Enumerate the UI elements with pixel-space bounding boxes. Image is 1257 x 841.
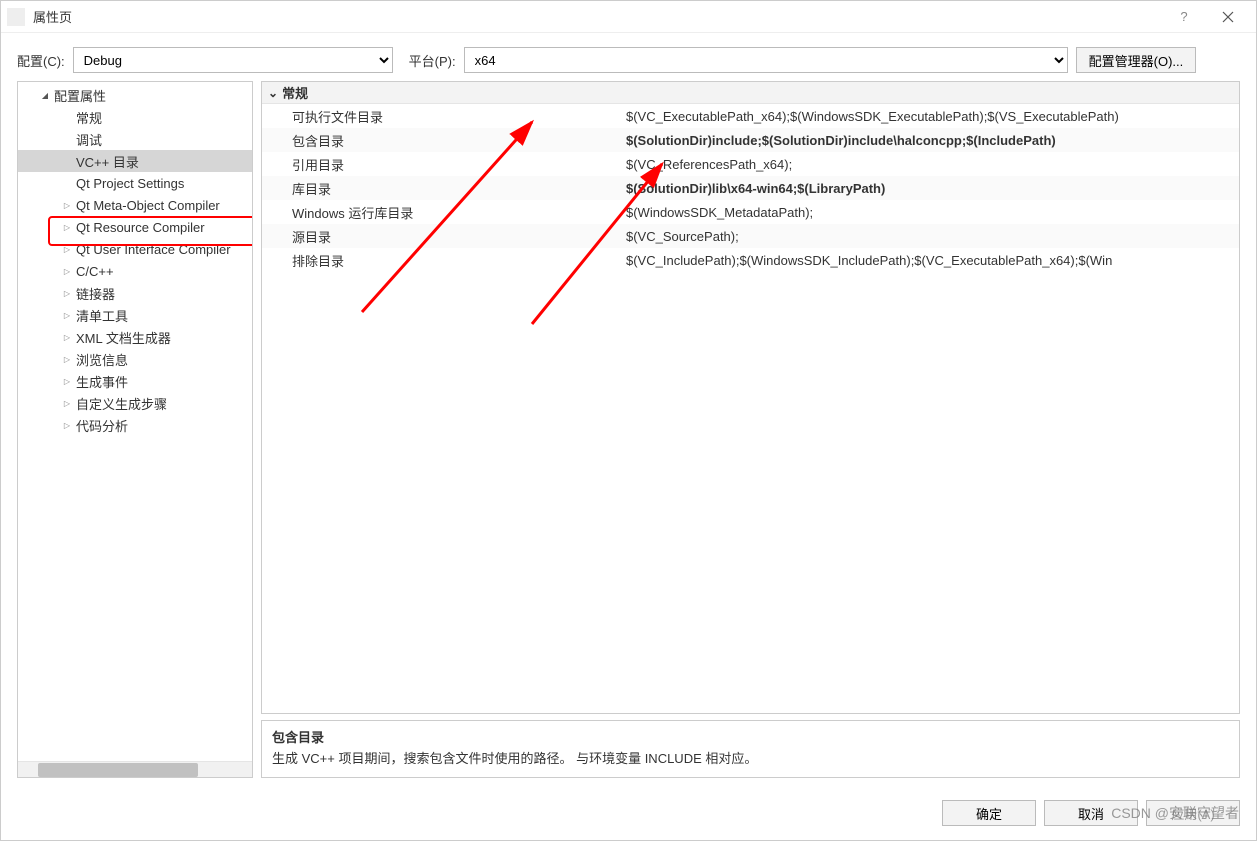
tree-item[interactable]: 链接器 — [18, 282, 253, 304]
grid-row[interactable]: 源目录$(VC_SourcePath); — [262, 224, 1239, 248]
config-label: 配置(C): — [17, 51, 65, 70]
property-value[interactable]: $(WindowsSDK_MetadataPath); — [622, 205, 1239, 220]
property-name: 可执行文件目录 — [262, 107, 622, 126]
grid-row[interactable]: 包含目录$(SolutionDir)include;$(SolutionDir)… — [262, 128, 1239, 152]
tree-item-label: Qt Meta-Object Compiler — [74, 198, 220, 213]
property-grid[interactable]: 常规 可执行文件目录$(VC_ExecutablePath_x64);$(Win… — [261, 81, 1240, 714]
tree-item[interactable]: 调试 — [18, 128, 253, 150]
dialog-window: 属性页 ? 配置(C): Debug 平台(P): x64 配置管理器(O)..… — [0, 0, 1257, 841]
tree-item[interactable]: C/C++ — [18, 260, 253, 282]
chevron-right-icon — [60, 222, 74, 233]
tree-item[interactable]: VC++ 目录 — [18, 150, 253, 172]
tree-item-label: 生成事件 — [74, 372, 128, 391]
property-value[interactable]: $(SolutionDir)lib\x64-win64;$(LibraryPat… — [622, 181, 1239, 196]
chevron-right-icon — [60, 376, 74, 387]
grid-row[interactable]: 引用目录$(VC_ReferencesPath_x64); — [262, 152, 1239, 176]
tree-item-label: XML 文档生成器 — [74, 328, 171, 347]
tree-item-label: 链接器 — [74, 284, 115, 303]
chevron-right-icon — [60, 354, 74, 365]
cancel-button[interactable]: 取消 — [1044, 800, 1138, 826]
property-name: 排除目录 — [262, 251, 622, 270]
platform-select[interactable]: x64 — [464, 47, 1068, 73]
tree-item[interactable]: Qt Resource Compiler — [18, 216, 253, 238]
tree-item[interactable]: 常规 — [18, 106, 253, 128]
chevron-right-icon — [60, 266, 74, 277]
tree-item[interactable]: 清单工具 — [18, 304, 253, 326]
chevron-down-icon — [38, 90, 52, 101]
horizontal-scrollbar[interactable] — [18, 761, 252, 777]
ok-button[interactable]: 确定 — [942, 800, 1036, 826]
chevron-right-icon — [60, 398, 74, 409]
chevron-right-icon — [60, 288, 74, 299]
tree-item[interactable]: XML 文档生成器 — [18, 326, 253, 348]
property-value[interactable]: $(VC_ReferencesPath_x64); — [622, 157, 1239, 172]
property-name: 库目录 — [262, 179, 622, 198]
top-controls: 配置(C): Debug 平台(P): x64 配置管理器(O)... — [1, 33, 1256, 81]
tree-item-label: 调试 — [74, 130, 102, 149]
description-text: 生成 VC++ 项目期间，搜索包含文件时使用的路径。 与环境变量 INCLUDE… — [272, 748, 1229, 767]
property-name: 包含目录 — [262, 131, 622, 150]
tree-item[interactable]: Qt User Interface Compiler — [18, 238, 253, 260]
description-panel: 包含目录 生成 VC++ 项目期间，搜索包含文件时使用的路径。 与环境变量 IN… — [261, 720, 1240, 778]
close-button[interactable] — [1206, 1, 1250, 33]
grid-row[interactable]: Windows 运行库目录$(WindowsSDK_MetadataPath); — [262, 200, 1239, 224]
chevron-right-icon — [60, 200, 74, 211]
grid-row[interactable]: 排除目录$(VC_IncludePath);$(WindowsSDK_Inclu… — [262, 248, 1239, 272]
footer-buttons: 确定 取消 应用(A) — [1, 786, 1256, 840]
tree-item-label: 清单工具 — [74, 306, 128, 325]
chevron-right-icon — [60, 310, 74, 321]
tree-root[interactable]: 配置属性 — [18, 84, 253, 106]
tree-item[interactable]: Qt Project Settings — [18, 172, 253, 194]
property-value[interactable]: $(VC_ExecutablePath_x64);$(WindowsSDK_Ex… — [622, 109, 1239, 124]
tree-item-label: 常规 — [74, 108, 102, 127]
tree-item[interactable]: 代码分析 — [18, 414, 253, 436]
config-select[interactable]: Debug — [73, 47, 393, 73]
grid-group-header[interactable]: 常规 — [262, 82, 1239, 104]
tree-item-label: 浏览信息 — [74, 350, 128, 369]
tree-item[interactable]: 自定义生成步骤 — [18, 392, 253, 414]
tree-item-label: 自定义生成步骤 — [74, 394, 167, 413]
body-area: 配置属性 常规调试 VC++ 目录 Qt Project Settings Qt Me… — [1, 81, 1256, 786]
tree-item[interactable]: Qt Meta-Object Compiler — [18, 194, 253, 216]
window-title: 属性页 — [33, 7, 72, 26]
tree-item-label: VC++ 目录 — [74, 152, 139, 171]
apply-button[interactable]: 应用(A) — [1146, 800, 1240, 826]
property-name: Windows 运行库目录 — [262, 203, 622, 222]
tree-item[interactable]: 生成事件 — [18, 370, 253, 392]
chevron-right-icon — [60, 420, 74, 431]
tree-item-label: Qt User Interface Compiler — [74, 242, 231, 257]
property-name: 引用目录 — [262, 155, 622, 174]
config-tree[interactable]: 配置属性 常规调试 VC++ 目录 Qt Project Settings Qt Me… — [17, 81, 253, 778]
tree-item-label: C/C++ — [74, 264, 114, 279]
close-icon — [1222, 11, 1234, 23]
platform-label: 平台(P): — [409, 51, 456, 70]
titlebar: 属性页 ? — [1, 1, 1256, 33]
tree-item-label: Qt Resource Compiler — [74, 220, 205, 235]
chevron-right-icon — [60, 244, 74, 255]
grid-row[interactable]: 可执行文件目录$(VC_ExecutablePath_x64);$(Window… — [262, 104, 1239, 128]
chevron-down-icon — [268, 85, 282, 100]
property-name: 源目录 — [262, 227, 622, 246]
chevron-right-icon — [60, 332, 74, 343]
property-value[interactable]: $(VC_SourcePath); — [622, 229, 1239, 244]
help-button[interactable]: ? — [1162, 1, 1206, 33]
grid-row[interactable]: 库目录$(SolutionDir)lib\x64-win64;$(Library… — [262, 176, 1239, 200]
config-manager-button[interactable]: 配置管理器(O)... — [1076, 47, 1197, 73]
app-icon — [7, 8, 25, 26]
tree-item[interactable]: 浏览信息 — [18, 348, 253, 370]
property-value[interactable]: $(SolutionDir)include;$(SolutionDir)incl… — [622, 133, 1239, 148]
description-title: 包含目录 — [272, 727, 1229, 746]
tree-item-label: 代码分析 — [74, 416, 128, 435]
scrollbar-thumb[interactable] — [38, 763, 198, 777]
property-value[interactable]: $(VC_IncludePath);$(WindowsSDK_IncludePa… — [622, 253, 1239, 268]
right-panel: 常规 可执行文件目录$(VC_ExecutablePath_x64);$(Win… — [261, 81, 1240, 778]
tree-item-label: Qt Project Settings — [74, 176, 184, 191]
